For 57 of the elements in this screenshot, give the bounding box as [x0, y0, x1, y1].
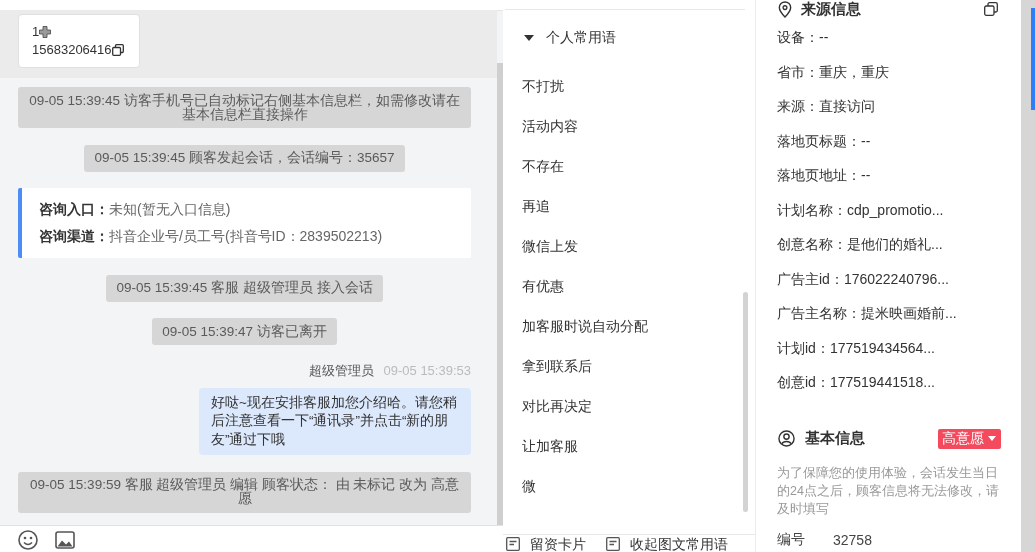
- system-message: 09-05 15:39:45 顾客发起会话，会话编号：35657: [84, 144, 405, 172]
- user-circle-icon: [778, 430, 795, 447]
- system-message: 09-05 15:39:59 客服 超级管理员 编辑 顾客状态： 由 未标记 改为 高意愿: [18, 471, 471, 513]
- phone-number: 15683206416: [32, 41, 112, 59]
- info-field: 来源：直接访问: [777, 98, 875, 117]
- info-field: 落地页标题：--: [777, 132, 871, 151]
- phrase-item[interactable]: 不打扰: [503, 67, 743, 107]
- info-field: 计划id：177519434564...: [777, 339, 935, 358]
- system-message: 09-05 15:39:45 客服 超级管理员 接入会话: [106, 274, 383, 302]
- section-title: 来源信息: [801, 0, 861, 19]
- footer-action[interactable]: 收起图文常用语: [606, 535, 728, 552]
- phrase-item[interactable]: 微: [503, 467, 743, 507]
- caret-icon: [988, 436, 996, 441]
- scrollbar-thumb[interactable]: [497, 63, 503, 525]
- info-field: 落地页地址：--: [777, 167, 871, 186]
- entry-label: 咨询入口：: [39, 200, 109, 219]
- system-message: 09-05 15:39:47 访客已离开: [152, 318, 337, 345]
- phrase-item[interactable]: 不存在: [503, 147, 743, 187]
- entry-label: 咨询渠道：: [39, 227, 109, 246]
- info-field: 广告主id：176022240796...: [777, 270, 949, 289]
- message-time: 09-05 15:39:53: [383, 361, 471, 380]
- info-field: 创意id：177519441518...: [777, 374, 935, 393]
- visitor-name: 1: [32, 23, 40, 41]
- copy-icon[interactable]: [111, 44, 124, 56]
- image-icon[interactable]: [55, 530, 75, 550]
- phrase-item[interactable]: 有优惠: [503, 267, 743, 307]
- phrase-item[interactable]: 微信上发: [503, 227, 743, 267]
- phrase-item[interactable]: 对比再决定: [503, 387, 743, 427]
- phrase-item[interactable]: 活动内容: [503, 107, 743, 147]
- info-field: 设备：--: [777, 29, 829, 48]
- emoji-icon[interactable]: [18, 530, 38, 550]
- phrase-item[interactable]: 拿到联系后: [503, 347, 743, 387]
- copy-icon[interactable]: [984, 2, 998, 16]
- location-pin-icon: [778, 0, 792, 18]
- document-icon: [606, 536, 620, 551]
- field-label: 编号: [777, 531, 806, 549]
- field-value: 32758: [833, 532, 872, 548]
- message-bubble: 好哒~现在安排客服加您介绍哈。请您稍后注意查看一下“通讯录”并点击“新的朋友”通过下哦: [199, 387, 471, 455]
- info-field: 创意名称：是他们的婚礼...: [777, 236, 943, 255]
- entry-value: 未知(暂无入口信息): [109, 200, 231, 219]
- plus-icon[interactable]: [39, 26, 52, 38]
- phrase-item[interactable]: 让加客服: [503, 427, 743, 467]
- document-icon: [506, 536, 520, 551]
- footer-action[interactable]: 留资卡片: [506, 535, 586, 552]
- info-field: 广告主名称：提米映画婚前...: [777, 305, 957, 324]
- phrase-item[interactable]: 加客服时说自动分配: [503, 307, 743, 347]
- phrase-item[interactable]: 再追: [503, 187, 743, 227]
- entry-value: 抖音企业号/员工号(抖音号ID：2839502213): [109, 227, 383, 246]
- scrollbar-thumb[interactable]: [743, 292, 748, 512]
- notice-text: 为了保障您的使用体验，会话发生当日的24点之后，顾客信息将无法修改，请及时填写: [777, 465, 1000, 518]
- system-message: 09-05 15:39:45 访客手机号已自动标记右侧基本信息栏，如需修改请在基本信息栏直接操作: [18, 87, 471, 128]
- section-title: 基本信息: [805, 429, 865, 448]
- info-field: 计划名称：cdp_promotio...: [777, 201, 944, 220]
- phrase-group-toggle[interactable]: 个人常用语: [524, 26, 616, 50]
- status-dropdown[interactable]: 高意愿: [938, 428, 1001, 449]
- sender-name: 超级管理员: [308, 361, 374, 380]
- info-field: 省市：重庆，重庆: [777, 63, 889, 82]
